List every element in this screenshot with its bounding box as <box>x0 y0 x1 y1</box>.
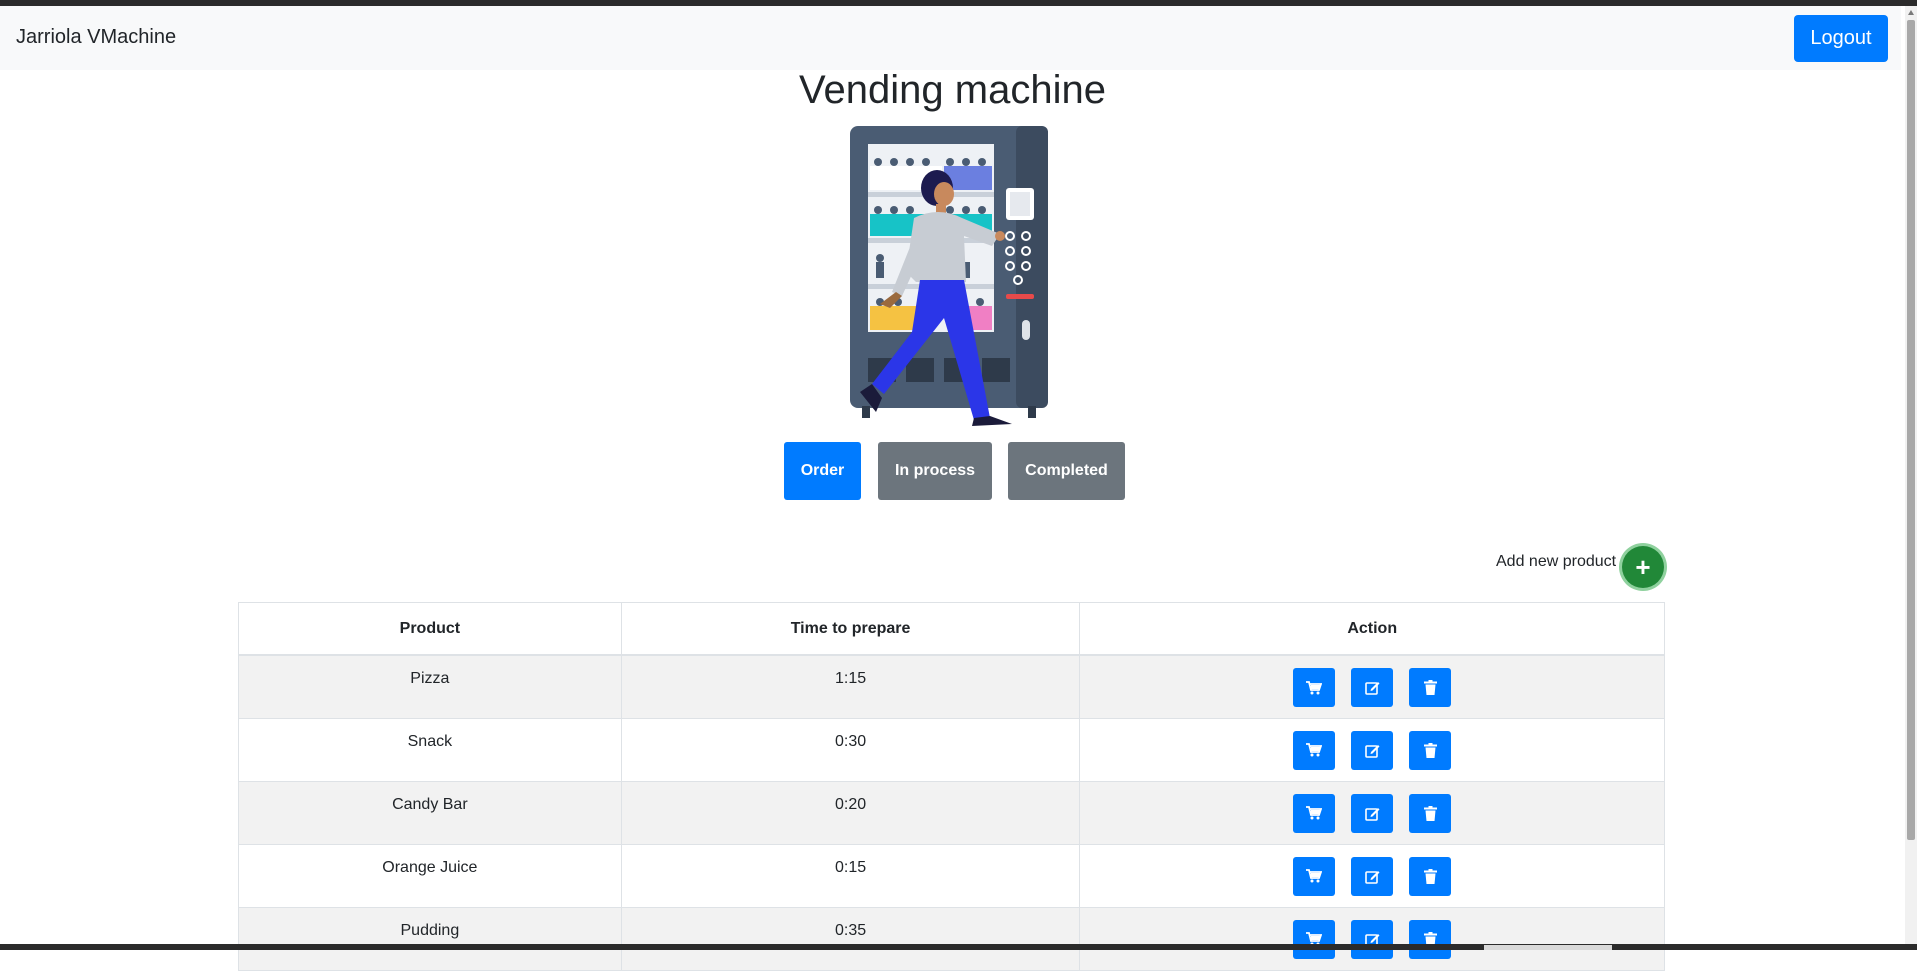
order-button[interactable] <box>1293 793 1336 833</box>
table-row: Pudding 0:35 <box>238 906 1665 971</box>
add-product-button[interactable]: + <box>1622 546 1664 588</box>
delete-button[interactable] <box>1409 730 1452 770</box>
window-bottom-edge <box>0 944 1917 950</box>
vertical-scrollbar[interactable] <box>1905 6 1917 944</box>
trash-icon <box>1423 742 1437 758</box>
edit-icon <box>1364 869 1380 884</box>
logout-button[interactable]: Logout <box>1794 15 1888 62</box>
scrollbar-thumb[interactable] <box>1907 20 1915 840</box>
vending-machine-illustration <box>850 126 1048 426</box>
order-button[interactable] <box>1293 919 1336 959</box>
prepare-time-cell: 0:35 <box>620 906 1081 971</box>
product-name-cell: Candy Bar <box>238 780 622 845</box>
taskbar-item <box>1484 945 1612 950</box>
actions-cell <box>1079 780 1665 845</box>
trash-icon <box>1423 680 1437 695</box>
edit-button[interactable] <box>1351 668 1394 707</box>
order-button[interactable] <box>1293 730 1336 770</box>
edit-button[interactable] <box>1351 793 1394 833</box>
cart-icon <box>1306 806 1323 820</box>
products-table: Product Time to prepare Action Pizza 1:15… <box>238 602 1665 971</box>
trash-icon <box>1423 805 1437 821</box>
table-row: Candy Bar 0:20 <box>238 780 1665 845</box>
order-button[interactable] <box>1293 856 1336 896</box>
filter-completed-button[interactable]: Completed <box>1008 442 1125 500</box>
order-button[interactable] <box>1293 668 1336 707</box>
brand-title[interactable]: Jarriola VMachine <box>16 26 176 49</box>
table-row: Snack 0:30 <box>238 717 1665 782</box>
product-name-cell: Orange Juice <box>238 843 622 908</box>
prepare-time-cell: 1:15 <box>620 654 1081 719</box>
edit-button[interactable] <box>1351 730 1394 770</box>
add-product-label: Add new product <box>1496 553 1617 570</box>
table-row: Orange Juice 0:15 <box>238 843 1665 908</box>
actions-cell <box>1079 654 1665 719</box>
page-title: Vending machine <box>799 68 1106 112</box>
actions-cell <box>1079 906 1665 971</box>
delete-button[interactable] <box>1409 668 1452 707</box>
cart-icon <box>1306 869 1323 883</box>
product-name-cell: Pudding <box>238 906 622 971</box>
trash-icon <box>1423 868 1437 884</box>
delete-button[interactable] <box>1409 856 1452 896</box>
cart-icon <box>1306 680 1323 695</box>
product-name-cell: Snack <box>238 717 622 782</box>
prepare-time-cell: 0:20 <box>620 780 1081 845</box>
edit-icon <box>1364 743 1380 758</box>
prepare-time-cell: 0:15 <box>620 843 1081 908</box>
plus-icon: + <box>1635 551 1651 582</box>
delete-button[interactable] <box>1409 919 1452 959</box>
actions-cell <box>1079 717 1665 782</box>
scroll-up-arrow-icon[interactable] <box>1908 10 1914 15</box>
cart-icon <box>1306 743 1323 757</box>
navbar: Jarriola VMachine Logout <box>0 6 1901 70</box>
filter-order-button[interactable]: Order <box>784 442 861 500</box>
actions-cell <box>1079 843 1665 908</box>
product-name-cell: Pizza <box>238 654 622 719</box>
prepare-time-cell: 0:30 <box>620 717 1081 782</box>
column-header-time: Time to prepare <box>620 602 1081 656</box>
column-header-action: Action <box>1079 602 1665 656</box>
column-header-product: Product <box>238 602 622 656</box>
filter-in-process-button[interactable]: In process <box>878 442 992 500</box>
edit-icon <box>1364 680 1380 695</box>
edit-button[interactable] <box>1351 919 1394 959</box>
edit-icon <box>1364 806 1380 821</box>
table-header-row: Product Time to prepare Action <box>238 602 1665 656</box>
delete-button[interactable] <box>1409 793 1452 833</box>
products-table-wrapper: Product Time to prepare Action Pizza 1:15… <box>238 602 1665 971</box>
edit-button[interactable] <box>1351 856 1394 896</box>
table-row: Pizza 1:15 <box>238 654 1665 719</box>
